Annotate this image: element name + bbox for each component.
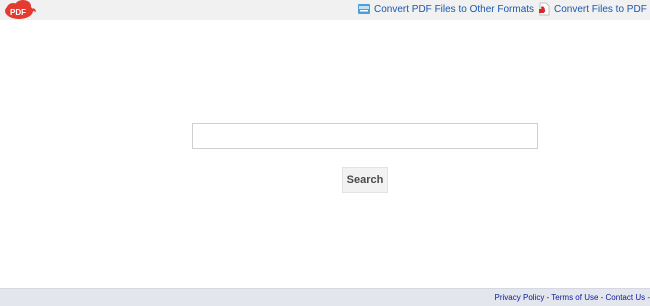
- convert-files-to-pdf-label: Convert Files to PDF: [554, 3, 647, 15]
- document-convert-icon: [358, 4, 370, 14]
- top-bar: PDF Convert PDF Files to Other Formats C…: [0, 0, 650, 20]
- contact-us-link[interactable]: Contact Us: [606, 293, 646, 302]
- pdf-logo-text: PDF: [10, 8, 26, 17]
- convert-pdf-to-formats-link[interactable]: Convert PDF Files to Other Formats: [357, 2, 534, 16]
- privacy-policy-link[interactable]: Privacy Policy: [495, 293, 545, 302]
- footer-links: Privacy Policy - Terms of Use - Contact …: [495, 293, 650, 302]
- search-input[interactable]: [192, 123, 538, 149]
- footer: Privacy Policy - Terms of Use - Contact …: [0, 288, 650, 306]
- footer-trailing-separator: -: [645, 293, 650, 302]
- footer-separator: -: [598, 293, 606, 302]
- pdf-logo[interactable]: PDF: [4, 0, 38, 19]
- convert-pdf-to-formats-label: Convert PDF Files to Other Formats: [374, 3, 535, 15]
- pdf-file-icon: [539, 2, 550, 16]
- terms-of-use-link[interactable]: Terms of Use: [551, 293, 598, 302]
- search-button[interactable]: Search: [342, 167, 388, 193]
- pdf-logo-icon: PDF: [5, 0, 36, 19]
- convert-files-to-pdf-link[interactable]: Convert Files to PDF: [537, 2, 647, 16]
